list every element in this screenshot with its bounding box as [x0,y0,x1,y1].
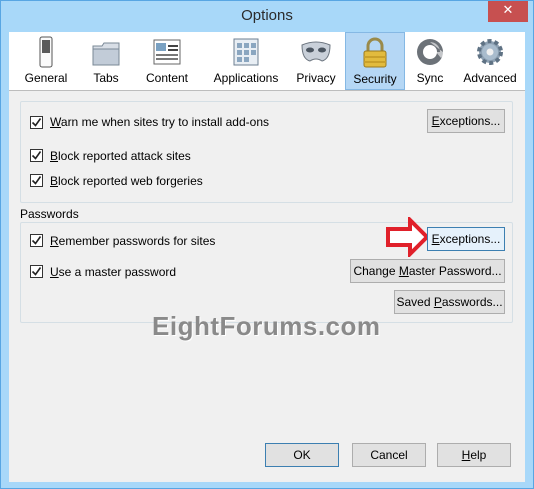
warn-addons-label-post: arn me when sites try to install add-ons [60,115,269,129]
addons-exceptions-label: xceptions... [439,114,501,128]
gear-icon [477,39,503,65]
checkmark-icon [31,267,42,276]
tab-advanced[interactable]: Advanced [455,32,525,90]
master-password-checkbox[interactable] [30,265,43,278]
saved-passwords-label-post: asswords... [441,295,503,309]
tab-label: Applications [213,71,279,85]
window-title: Options [241,7,293,24]
tab-content[interactable]: Content [129,32,205,90]
block-attack-checkbox[interactable] [30,149,43,162]
warn-addons-label[interactable]: Warn me when sites try to install add-on… [50,115,269,129]
tab-label: Security [353,72,397,86]
saved-passwords-label-pre: Saved [396,295,434,309]
options-window: Options ✕ General Tabs Content Applicati… [0,0,534,489]
warn-addons-checkbox[interactable] [30,116,43,129]
master-password-label[interactable]: Use a master password [50,265,176,279]
close-icon: ✕ [502,3,514,18]
close-button[interactable]: ✕ [488,1,528,22]
remember-passwords-checkbox[interactable] [30,234,43,247]
checkmark-icon [31,151,42,160]
block-attack-label-post: lock reported attack sites [58,149,191,163]
applications-icon [233,38,259,66]
checkmark-icon [31,236,42,245]
change-master-password-button[interactable]: Change Master Password... [350,259,505,283]
checkmark-icon [31,176,42,185]
warn-addons-accel: W [50,115,61,129]
master-password-accel: U [50,265,59,279]
remember-passwords-label-post: emember passwords for sites [58,234,216,248]
red-arrow-icon [386,217,430,257]
tab-label: General [24,71,68,85]
tab-sync[interactable]: Sync [405,32,455,90]
folder-tabs-icon [92,42,120,66]
addons-exceptions-accel: E [431,114,440,128]
addons-exceptions-button[interactable]: Exceptions... [427,109,505,133]
passwords-group-label: Passwords [20,207,79,221]
tab-tabs[interactable]: Tabs [83,32,129,90]
help-button[interactable]: Help [437,443,511,467]
passwords-exceptions-button[interactable]: Exceptions... [427,227,505,251]
remember-passwords-label[interactable]: Remember passwords for sites [50,234,215,248]
block-forgery-accel: B [50,174,59,188]
passwords-exceptions-accel: E [431,232,440,246]
master-password-label-post: se a master password [58,265,177,279]
change-master-label-pre: Change [353,264,399,278]
checkmark-icon [31,118,42,127]
watermark-text: EightForums.com [152,311,381,341]
saved-passwords-button[interactable]: Saved Passwords... [394,290,505,314]
content-page-icon [153,39,181,65]
tab-label: Tabs [93,71,119,85]
tab-security[interactable]: Security [345,32,405,90]
remember-passwords-accel: R [50,234,59,248]
help-label: elp [470,448,487,462]
title-bar[interactable]: Options ✕ [1,1,533,32]
switch-icon [39,36,53,68]
tab-label: Sync [416,71,444,85]
ok-button[interactable]: OK [265,443,339,467]
tab-privacy[interactable]: Privacy [287,32,345,90]
change-master-accel: M [398,264,409,278]
block-attack-label[interactable]: Block reported attack sites [50,149,191,163]
sync-icon [417,39,445,65]
tab-label: Advanced [463,71,517,85]
passwords-exceptions-label: xceptions... [439,232,501,246]
change-master-label-post: aster Password... [408,264,502,278]
category-toolbar: General Tabs Content Applications Privac… [9,32,525,91]
saved-passwords-accel: P [433,295,442,309]
tab-applications[interactable]: Applications [205,32,287,90]
tab-label: Privacy [296,71,336,85]
block-attack-accel: B [50,149,59,163]
block-forgery-checkbox[interactable] [30,174,43,187]
block-forgery-label-post: lock reported web forgeries [58,174,203,188]
block-forgery-label[interactable]: Block reported web forgeries [50,174,203,188]
dialog-client: General Tabs Content Applications Privac… [9,32,525,482]
tab-label: Content [145,71,189,85]
cancel-button[interactable]: Cancel [352,443,426,467]
padlock-icon [363,37,387,68]
mask-icon [301,41,331,62]
tab-general[interactable]: General [9,32,83,90]
